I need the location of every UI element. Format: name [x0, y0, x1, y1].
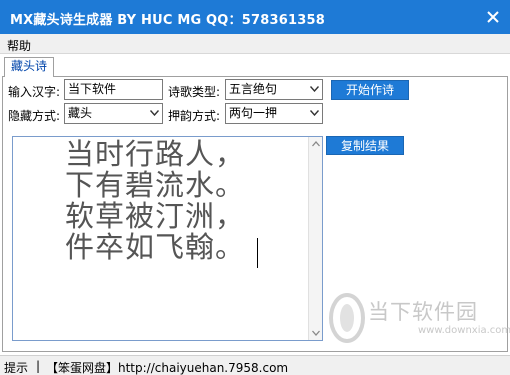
poem-output[interactable]: 当时行路人， 下有碧流水。 软草被汀洲， 件卒如飞翰。 — [12, 136, 323, 341]
menu-help[interactable]: 帮助 — [7, 37, 31, 54]
close-icon — [487, 11, 499, 23]
start-button[interactable]: 开始作诗 — [331, 80, 409, 100]
rhyme-mode-label: 押韵方式: — [168, 109, 221, 123]
poem-line: 当时行路人， — [65, 137, 246, 171]
hide-mode-value: 藏头 — [68, 106, 93, 120]
watermark-name: 当下软件园 — [368, 300, 478, 324]
poem-type-label: 诗歌类型: — [168, 85, 221, 99]
scroll-down-icon[interactable] — [312, 330, 320, 336]
tab-acrostic[interactable]: 藏头诗 — [4, 57, 55, 77]
status-bar: 提示 | 【笨蛋网盘】http://chaiyuehan.7958.com — [0, 355, 510, 375]
status-separator: | — [36, 359, 41, 373]
scroll-up-icon[interactable] — [312, 141, 320, 147]
text-caret — [257, 238, 258, 268]
watermark-url: www.downxia.com — [418, 325, 510, 336]
vertical-scrollbar[interactable] — [308, 137, 322, 340]
menu-bar: 帮助 — [0, 34, 510, 54]
window-title: MX藏头诗生成器 BY HUC MG QQ：578361358 — [10, 13, 325, 28]
poem-text: 当时行路人， 下有碧流水。 软草被汀洲， 件卒如飞翰。 — [65, 139, 245, 263]
hide-mode-label: 隐藏方式: — [8, 109, 61, 123]
input-field[interactable]: 当下软件 — [64, 79, 163, 100]
poem-type-select[interactable]: 五言绝句 — [225, 79, 323, 100]
watermark-logo: 当下软件园 www.downxia.com — [324, 290, 510, 350]
tab-strip: 藏头诗 — [0, 54, 510, 77]
copy-result-button[interactable]: 复制结果 — [326, 136, 404, 155]
poem-type-value: 五言绝句 — [229, 82, 278, 96]
status-text: 【笨蛋网盘】http://chaiyuehan.7958.com — [46, 361, 289, 375]
rhyme-mode-select[interactable]: 两句一押 — [225, 103, 323, 124]
input-label: 输入汉字: — [8, 85, 61, 99]
rhyme-mode-value: 两句一押 — [229, 106, 278, 120]
hide-mode-select[interactable]: 藏头 — [64, 103, 163, 124]
poem-line: 软草被汀洲， — [65, 199, 246, 233]
chevron-down-icon — [310, 86, 319, 92]
poem-line: 下有碧流水。 — [65, 168, 246, 202]
chevron-down-icon — [150, 110, 159, 116]
chevron-down-icon — [310, 110, 319, 116]
downxia-logo-icon — [329, 293, 365, 343]
status-label: 提示 — [4, 361, 29, 375]
poem-line: 件卒如飞翰。 — [65, 230, 246, 264]
close-button[interactable] — [476, 0, 510, 34]
title-bar: MX藏头诗生成器 BY HUC MG QQ：578361358 — [0, 0, 510, 34]
